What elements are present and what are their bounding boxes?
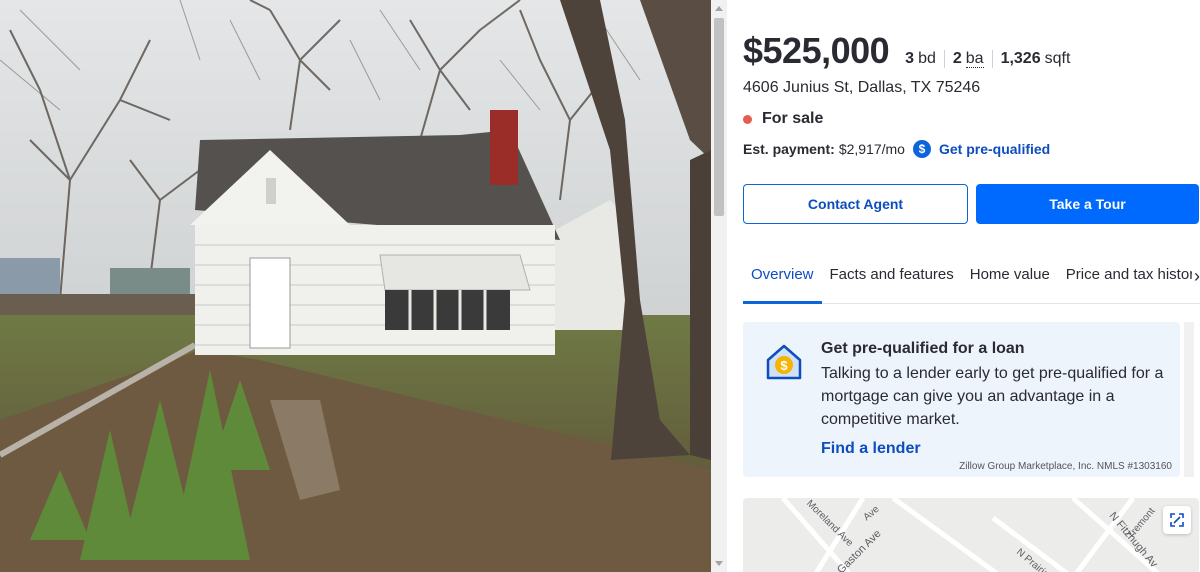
panel-scrollbar[interactable] bbox=[1184, 322, 1194, 477]
scroll-up-icon[interactable] bbox=[715, 6, 723, 11]
page-scrollbar[interactable] bbox=[711, 0, 727, 572]
expand-icon bbox=[1170, 513, 1184, 527]
svg-text:$: $ bbox=[780, 358, 788, 373]
location-map[interactable]: Moreland Ave Gaston Ave N Prairie N Fitz… bbox=[743, 498, 1199, 572]
house-photo-image bbox=[0, 0, 711, 572]
listing-details-panel: $525,000 3 bd 2 ba 1,326 sqft 4606 Junius S… bbox=[727, 0, 1200, 572]
tab-overview[interactable]: Overview bbox=[743, 254, 822, 304]
baths-unit[interactable]: ba bbox=[965, 50, 984, 68]
status-label: For sale bbox=[762, 110, 824, 127]
tab-home-value[interactable]: Home value bbox=[962, 254, 1058, 304]
map-expand-button[interactable] bbox=[1163, 506, 1191, 534]
details-tabs: Overview Facts and features Home value P… bbox=[743, 254, 1200, 304]
listing-photo[interactable] bbox=[0, 0, 711, 572]
sqft-fact: 1,326 sqft bbox=[991, 50, 1079, 68]
take-tour-button[interactable]: Take a Tour bbox=[976, 184, 1199, 224]
baths-fact[interactable]: 2 ba bbox=[943, 50, 992, 68]
find-lender-link[interactable]: Find a lender bbox=[821, 440, 921, 458]
loan-card-title: Get pre-qualified for a loan bbox=[821, 340, 1025, 357]
sqft-unit: sqft bbox=[1044, 50, 1071, 67]
beds-unit: bd bbox=[918, 50, 936, 67]
house-dollar-icon: $ bbox=[766, 344, 802, 380]
listing-price: $525,000 bbox=[743, 30, 890, 71]
listing-status: For sale bbox=[743, 110, 823, 128]
loan-card-body: Talking to a lender early to get pre-qua… bbox=[821, 365, 1164, 428]
baths-value: 2 bbox=[952, 50, 962, 67]
tab-price-and-tax-history[interactable]: Price and tax history bbox=[1058, 254, 1200, 304]
beds-fact: 3 bd bbox=[905, 50, 944, 68]
scroll-down-icon[interactable] bbox=[715, 561, 723, 566]
get-prequalified-link[interactable]: Get pre-qualified bbox=[939, 141, 1050, 157]
tab-facts-and-features[interactable]: Facts and features bbox=[822, 254, 962, 304]
chevron-right-icon[interactable]: › bbox=[1192, 266, 1200, 287]
beds-value: 3 bbox=[905, 50, 915, 67]
est-payment-value: $2,917/mo bbox=[838, 141, 905, 157]
price-row: $525,000 3 bd 2 ba 1,326 sqft bbox=[743, 30, 1078, 72]
home-facts: 3 bd 2 ba 1,326 sqft bbox=[905, 50, 1078, 68]
prequalify-loan-card: $ Get pre-qualified for a loan Talking t… bbox=[743, 322, 1180, 477]
listing-address: 4606 Junius St, Dallas, TX 75246 bbox=[743, 79, 981, 96]
sqft-value: 1,326 bbox=[1000, 50, 1041, 67]
status-dot-icon bbox=[743, 114, 752, 124]
scrollbar-thumb[interactable] bbox=[714, 18, 724, 216]
contact-agent-button[interactable]: Contact Agent bbox=[743, 184, 968, 224]
dollar-circle-icon[interactable]: $ bbox=[912, 140, 931, 158]
nmls-disclaimer: Zillow Group Marketplace, Inc. NMLS #130… bbox=[959, 461, 1172, 472]
est-payment-row: Est. payment: $2,917/mo $ Get pre-qualif… bbox=[743, 140, 1050, 158]
est-payment-label: Est. payment: bbox=[743, 141, 835, 157]
